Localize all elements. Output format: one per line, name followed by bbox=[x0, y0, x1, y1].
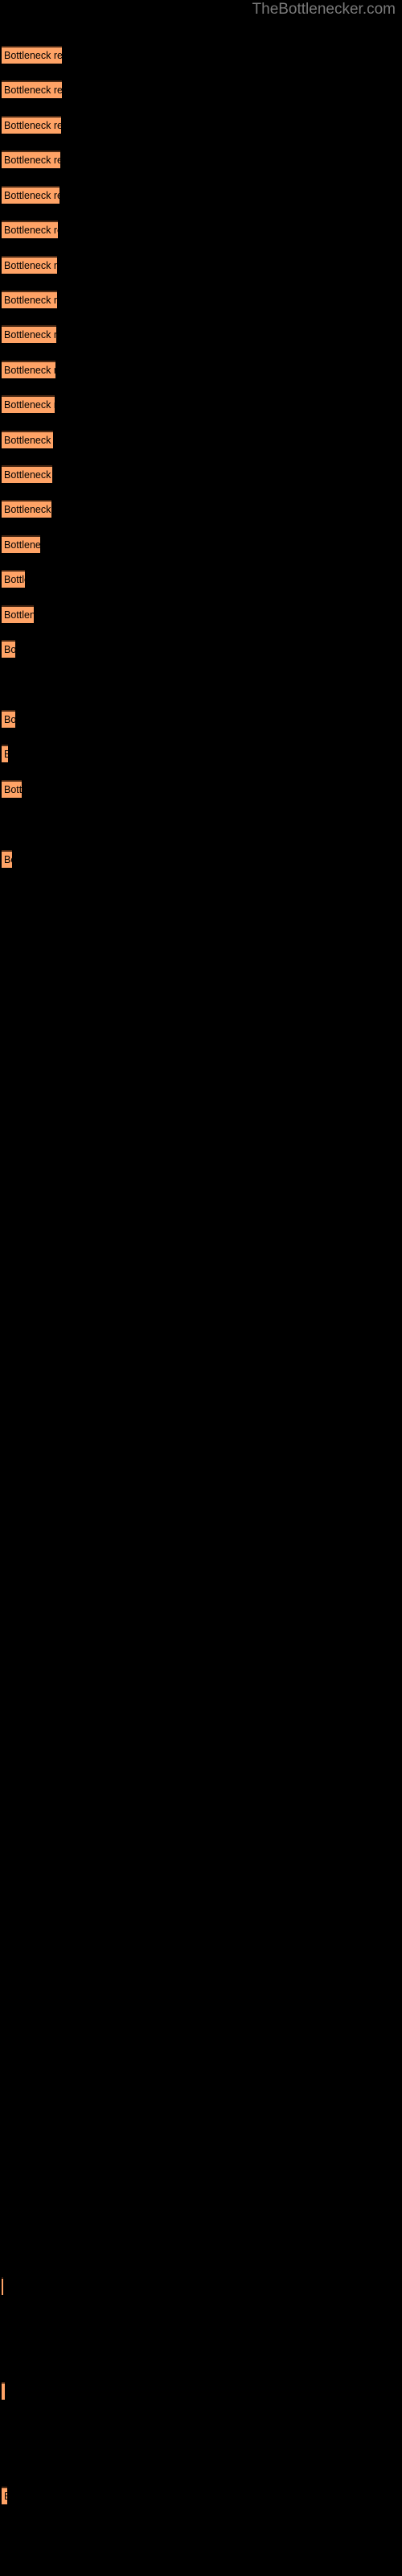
bar-19: Bottleneck result bbox=[2, 745, 8, 762]
bar-label: Bottleneck result bbox=[4, 574, 25, 585]
bar-18: Bottleneck result bbox=[2, 710, 15, 728]
bar-label: Bottleneck result bbox=[4, 225, 58, 236]
bar-9: Bottleneck result bbox=[2, 361, 55, 378]
bar-15: Bottleneck result bbox=[2, 570, 25, 588]
bar-24: Bottleneck result bbox=[2, 2487, 7, 2504]
bar-12: Bottleneck result bbox=[2, 465, 52, 483]
bar-label: Bottleneck result bbox=[4, 50, 62, 61]
bar-21: Bottleneck result bbox=[2, 850, 12, 868]
bar-label: Bottleneck result bbox=[4, 260, 57, 271]
bar-22: Bottleneck result bbox=[2, 2277, 3, 2295]
bar-label: Bottleneck result bbox=[4, 2384, 5, 2399]
bar-label: Bottleneck result bbox=[4, 295, 57, 306]
bar-17: Bottleneck result bbox=[2, 640, 15, 658]
bar-label: Bottleneck result bbox=[4, 2489, 7, 2504]
bar-5: Bottleneck result bbox=[2, 221, 58, 238]
bar-7: Bottleneck result bbox=[2, 291, 57, 308]
bar-0: Bottleneck result bbox=[2, 46, 62, 64]
bar-label: Bottleneck result bbox=[4, 155, 60, 166]
bar-4: Bottleneck result bbox=[2, 186, 59, 204]
bar-6: Bottleneck result bbox=[2, 256, 57, 274]
bar-label: Bottleneck result bbox=[4, 539, 40, 551]
bar-label: Bottleneck result bbox=[4, 747, 8, 762]
bar-label: Bottleneck result bbox=[4, 329, 56, 341]
bar-label: Bottleneck result bbox=[4, 609, 34, 621]
bar-series: Bottleneck result Bottleneck result Bottle… bbox=[0, 0, 402, 2576]
bar-23: Bottleneck result bbox=[2, 2382, 5, 2400]
bar-8: Bottleneck result bbox=[2, 325, 56, 343]
bar-label: Bottleneck result bbox=[4, 854, 12, 865]
bar-1: Bottleneck result bbox=[2, 80, 62, 98]
bar-label: Bottleneck result bbox=[4, 399, 55, 411]
bar-label: Bottleneck result bbox=[4, 190, 59, 201]
bar-3: Bottleneck result bbox=[2, 151, 60, 168]
bar-label: Bottleneck result bbox=[4, 365, 55, 376]
bar-2: Bottleneck result bbox=[2, 116, 61, 134]
bar-14: Bottleneck result bbox=[2, 535, 40, 553]
bottleneck-chart: TheBottlenecker.com Bottleneck resultBot… bbox=[0, 0, 402, 2576]
bar-16: Bottleneck result bbox=[2, 605, 34, 623]
bar-label: Bottleneck result bbox=[4, 120, 61, 131]
bar-label: Bottleneck result bbox=[4, 504, 51, 515]
bar-13: Bottleneck result bbox=[2, 500, 51, 518]
bar-label: Bottleneck result bbox=[4, 784, 22, 795]
bar-label: Bottleneck result bbox=[4, 469, 52, 481]
bar-20: Bottleneck result bbox=[2, 780, 22, 798]
bar-label: Bottleneck result bbox=[4, 644, 15, 655]
bar-11: Bottleneck result bbox=[2, 431, 53, 448]
bar-label: Bottleneck result bbox=[4, 85, 62, 96]
bar-10: Bottleneck result bbox=[2, 395, 55, 413]
bar-label: Bottleneck result bbox=[4, 714, 15, 725]
bar-label: Bottleneck result bbox=[4, 435, 53, 446]
